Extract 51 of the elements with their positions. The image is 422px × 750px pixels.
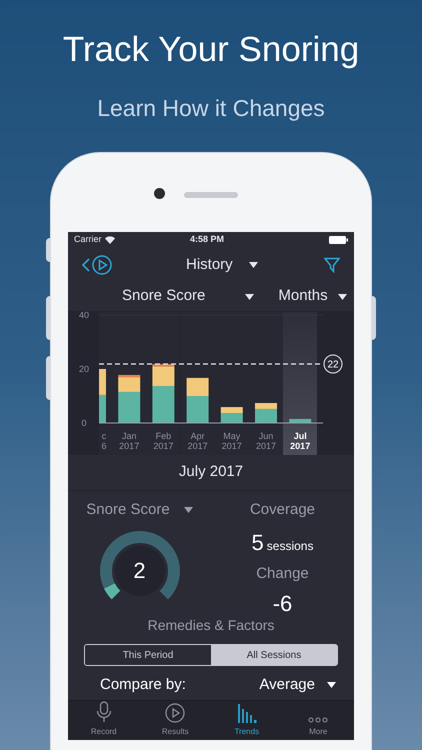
y-axis-label: 20 [79, 364, 89, 374]
headline: Track Your Snoring [62, 30, 360, 70]
speaker-grille [184, 192, 238, 198]
caret-icon [184, 507, 193, 514]
tab-item[interactable]: Trends [211, 701, 282, 740]
play-icon[interactable] [92, 255, 112, 275]
coverage-count: 5 [252, 528, 264, 556]
x-axis-label: Feb 2017 [153, 431, 174, 451]
y-axis-label: 0 [82, 418, 86, 428]
x-axis-label: Jul 2017 [290, 431, 310, 451]
y-axis-label: 40 [79, 312, 89, 320]
average-value: 22 [327, 360, 339, 370]
period-title: July 2017 [178, 462, 244, 482]
caret-icon [338, 294, 347, 300]
bar-chart-icon [236, 703, 257, 723]
segment-tab[interactable]: All Sessions [211, 645, 337, 665]
caret-icon [248, 262, 258, 268]
compare-label: Compare by: [100, 675, 186, 695]
tab-item[interactable]: More [282, 701, 354, 740]
back-icon[interactable] [82, 258, 90, 272]
x-axis-label: Jan 2017 [119, 431, 140, 451]
wifi-icon [104, 236, 115, 244]
score-value: 2 [133, 557, 146, 585]
score-dropdown[interactable]: Snore Score [86, 499, 193, 522]
chart-column[interactable] [283, 312, 318, 455]
metric-dropdown[interactable]: Snore Score [122, 285, 254, 308]
remedies-title: Remedies & Factors [148, 616, 274, 635]
chart-bar [289, 418, 312, 423]
caret-icon [245, 294, 254, 300]
microphone-icon [96, 701, 112, 723]
status-time: 4:58 PM [190, 233, 224, 246]
x-axis-label: c 6 [102, 431, 106, 451]
tab-item[interactable]: Results [140, 701, 211, 740]
coverage-label: Coverage [250, 500, 316, 520]
tab-item[interactable]: Record [68, 701, 140, 740]
subheadline: Learn How it Changes [97, 94, 325, 122]
play-icon [165, 703, 186, 723]
period-dropdown[interactable]: Months [278, 285, 347, 308]
coverage-unit: sessions [266, 538, 314, 554]
x-axis-label: May 2017 [222, 431, 242, 451]
change-value: -6 [272, 590, 292, 618]
history-dropdown[interactable]: History [186, 254, 258, 276]
battery-icon [329, 236, 348, 244]
caret-icon [327, 682, 336, 688]
carrier-label: Carrier [74, 233, 102, 246]
compare-dropdown[interactable]: Average [259, 674, 336, 696]
filter-icon[interactable] [324, 257, 340, 273]
change-label: Change [256, 564, 309, 584]
x-axis-label: Apr 2017 [188, 431, 208, 451]
x-axis-label: Jun 2017 [256, 431, 276, 451]
more-icon [308, 717, 328, 723]
